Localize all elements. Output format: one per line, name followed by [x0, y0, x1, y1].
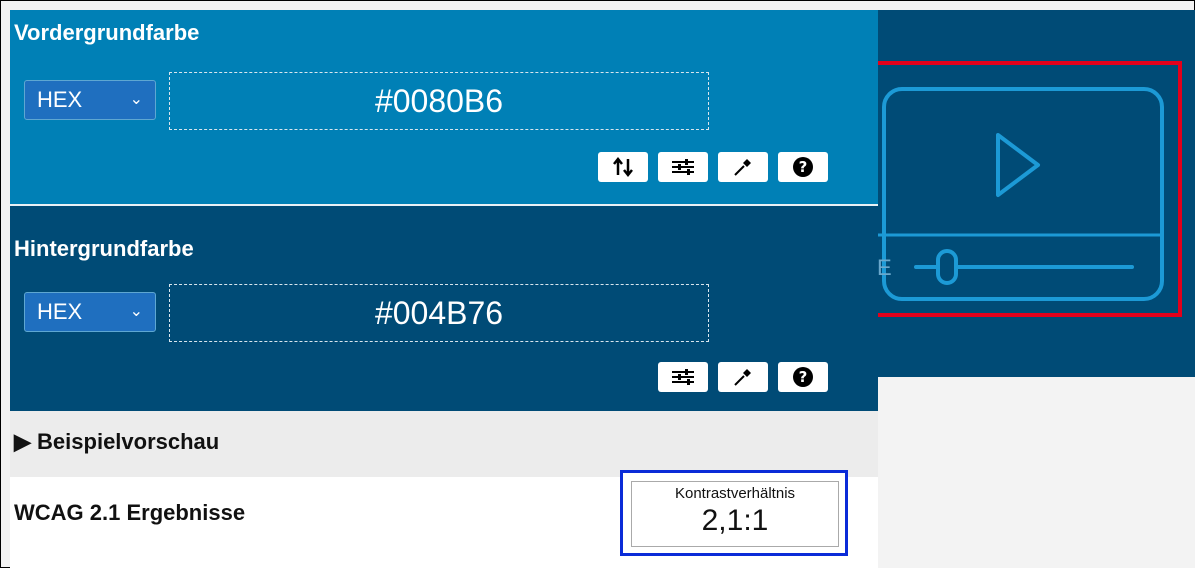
page-background: [878, 377, 1195, 568]
background-help-button[interactable]: ?: [778, 362, 828, 392]
chevron-down-icon: ⌄: [129, 303, 143, 320]
highlight-box-red: [856, 61, 1182, 317]
svg-text:?: ?: [799, 368, 808, 386]
eyedropper-icon: [734, 159, 751, 176]
background-format-label: HEX: [37, 299, 83, 324]
foreground-hex-input[interactable]: #0080B6: [169, 72, 709, 130]
chevron-down-icon: ⌄: [129, 91, 143, 108]
background-title: Hintergrundfarbe: [14, 236, 194, 261]
contrast-ratio-card: Kontrastverhältnis 2,1:1: [631, 481, 839, 547]
foreground-format-label: HEX: [37, 87, 83, 112]
eyedropper-icon: [734, 369, 751, 386]
results-title: WCAG 2.1 Ergebnisse: [14, 500, 246, 525]
foreground-format-select[interactable]: HEX ⌄: [24, 80, 156, 120]
preview-label: ▶ Beispielvorschau: [14, 429, 219, 455]
help-icon: ?: [793, 367, 813, 387]
preview-toggle[interactable]: ▶ Beispielvorschau: [10, 411, 878, 477]
foreground-adjust-button[interactable]: [658, 152, 708, 182]
background-format-select[interactable]: HEX ⌄: [24, 292, 156, 332]
preview-label-text: Beispielvorschau: [37, 429, 220, 454]
help-icon: ?: [793, 157, 813, 177]
background-section: Hintergrundfarbe HEX ⌄ #004B76 ?: [10, 206, 878, 411]
svg-text:?: ?: [799, 158, 808, 176]
foreground-toolbar: ?: [598, 152, 828, 182]
swap-icon: [613, 157, 633, 177]
foreground-title: Vordergrundfarbe: [14, 20, 200, 45]
contrast-ratio-value: 2,1:1: [701, 504, 769, 537]
foreground-section: Vordergrundfarbe HEX ⌄ #0080B6 ?: [10, 10, 878, 204]
contrast-ratio-box: Kontrastverhältnis 2,1:1: [620, 470, 848, 556]
sliders-icon: [672, 369, 694, 385]
foreground-help-button[interactable]: ?: [778, 152, 828, 182]
background-adjust-button[interactable]: [658, 362, 708, 392]
triangle-right-icon: ▶: [14, 429, 31, 454]
foreground-eyedropper-button[interactable]: [718, 152, 768, 182]
sliders-icon: [672, 159, 694, 175]
background-hex-input[interactable]: #004B76: [169, 284, 709, 342]
swap-colors-button[interactable]: [598, 152, 648, 182]
background-eyedropper-button[interactable]: [718, 362, 768, 392]
contrast-ratio-label: Kontrastverhältnis: [674, 485, 796, 502]
background-toolbar: ?: [658, 362, 828, 392]
